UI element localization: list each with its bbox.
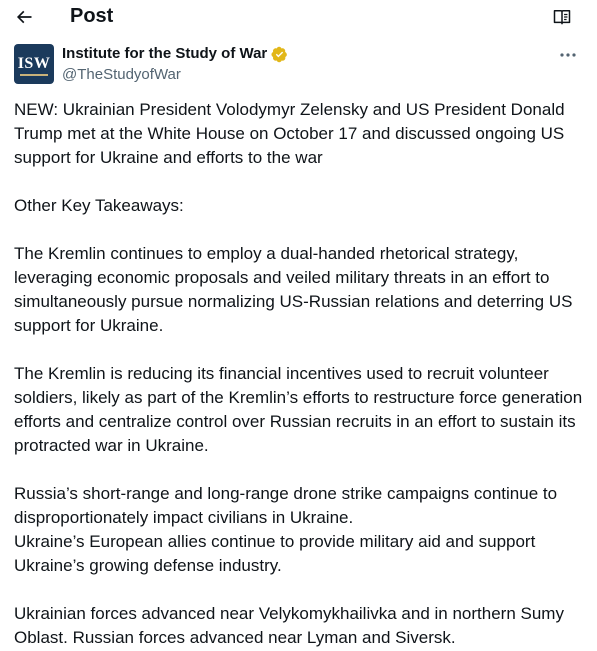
arrow-left-icon bbox=[16, 10, 32, 24]
tweet-paragraph: NEW: Ukrainian President Volodymyr Zelen… bbox=[14, 100, 565, 167]
author-handle[interactable]: @TheStudyofWar bbox=[62, 65, 181, 85]
more-options-button[interactable] bbox=[556, 46, 580, 64]
tweet-paragraph: Other Key Takeaways: bbox=[14, 196, 184, 215]
tweet-paragraph: Ukraine’s European allies continue to pr… bbox=[14, 532, 536, 575]
tweet-paragraph: Russia’s short-range and long-range dron… bbox=[14, 484, 558, 527]
more-dots-icon bbox=[560, 53, 576, 57]
avatar[interactable]: ISW bbox=[14, 44, 54, 84]
page-title: Post bbox=[70, 5, 114, 27]
avatar-logo-text: ISW bbox=[17, 55, 51, 72]
tweet-paragraph: Ukrainian forces advanced near Velykomyk… bbox=[14, 604, 564, 647]
author-row: ISW Institute for the Study of War @TheS… bbox=[14, 44, 584, 86]
post-header: Post bbox=[0, 0, 597, 34]
avatar-logo-bar bbox=[20, 74, 48, 76]
name-line: Institute for the Study of War bbox=[62, 44, 288, 64]
verified-badge-icon[interactable] bbox=[271, 46, 288, 63]
tweet-paragraph: The Kremlin is reducing its financial in… bbox=[14, 364, 583, 455]
reader-mode-button[interactable] bbox=[548, 4, 576, 30]
reader-mode-icon bbox=[553, 10, 571, 25]
tweet-paragraph: The Kremlin continues to employ a dual-h… bbox=[14, 244, 573, 335]
author-display-name[interactable]: Institute for the Study of War bbox=[62, 44, 267, 64]
back-button[interactable] bbox=[10, 4, 38, 30]
tweet-text: NEW: Ukrainian President Volodymyr Zelen… bbox=[14, 98, 589, 650]
